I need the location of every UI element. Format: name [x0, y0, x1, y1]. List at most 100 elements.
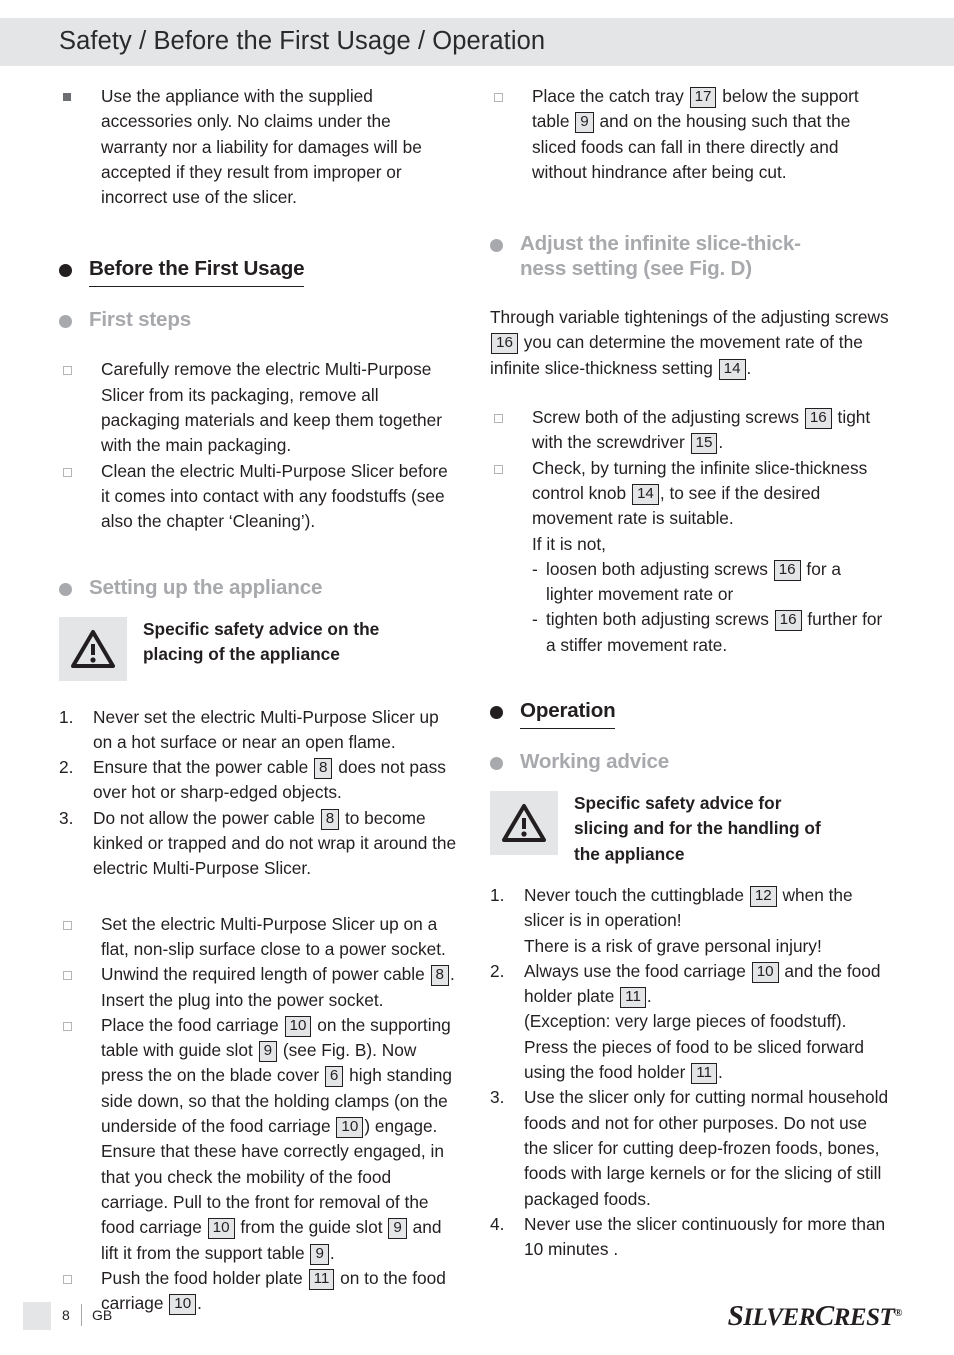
warning-line-1: Specific safety advice for	[574, 793, 782, 814]
bullet-dot-icon	[59, 307, 89, 333]
part-reference-badge: 14	[718, 358, 746, 380]
dash-bullet-icon: -	[532, 609, 538, 630]
item-text: Never touch the cuttingblade 12 when the…	[524, 883, 892, 959]
item-number: 1.	[490, 884, 505, 905]
part-reference-badge: 16	[773, 559, 801, 581]
warning-line-2: placing of the appliance	[143, 643, 340, 664]
part-reference-badge: 12	[749, 885, 777, 907]
numbered-list-item: 2. Always use the food carriage 10 and t…	[490, 959, 892, 1085]
part-reference-badge: 16	[774, 610, 802, 632]
item-text: Never set the electric Multi-Purpose Sli…	[93, 706, 439, 752]
heading-setting-up-appliance: Setting up the appliance	[59, 575, 461, 601]
numbered-list-item: 4. Never use the slicer continuously for…	[490, 1212, 892, 1263]
adjust-item-main: Check, by turning the infinite slice-thi…	[532, 457, 868, 529]
heading-label: Adjust the infinite slice-thick- ness se…	[520, 231, 801, 281]
part-reference-badge: 16	[804, 408, 832, 430]
part-reference-badge: 8	[430, 965, 449, 987]
warning-text: Specific safety advice for slicing and f…	[558, 791, 892, 867]
item-number: 3.	[490, 1087, 505, 1108]
warning-text: Specific safety advice on the placing of…	[127, 617, 461, 668]
item-number: 3.	[59, 807, 74, 828]
part-reference-badge: 11	[620, 987, 646, 1009]
adjust-item-extra-line: If it is not,	[532, 533, 606, 554]
item-text-pre: Ensure that the power cable	[93, 757, 313, 778]
part-reference-badge: 14	[631, 483, 659, 505]
page-footer: 8 GB SILVERCREST®	[0, 1300, 954, 1338]
heading-operation: Operation	[490, 698, 892, 730]
list-item: Carefully remove the electric Multi-Purp…	[59, 357, 461, 458]
brand-ilver: ILVER	[743, 1304, 815, 1331]
part-reference-badge: 9	[388, 1218, 407, 1240]
heading-line-2: ness setting (see Fig. D)	[520, 257, 752, 281]
setup-item-text: Set the electric Multi-Purpose Slicer up…	[101, 913, 446, 959]
heading-line-1: Adjust the infinite slice-thick-	[520, 232, 801, 256]
numbered-list-item: 1. Never touch the cuttingblade 12 when …	[490, 883, 892, 959]
setup-item-text: Unwind the required length of power cabl…	[101, 962, 461, 1013]
numbered-list-item: 2. Ensure that the power cable 8 does no…	[59, 755, 461, 806]
item-text-main: Never touch the cuttingblade 12 when the…	[524, 884, 853, 931]
list-item: Place the catch tray 17 below the suppor…	[490, 84, 892, 185]
item-number: 1.	[59, 706, 74, 727]
heading-working-advice: Working advice	[490, 749, 892, 775]
brand-rest: REST	[833, 1304, 895, 1331]
left-column: Use the appliance with the supplied acce…	[59, 84, 461, 1316]
list-item: Place the food carriage 10 on the suppor…	[59, 1013, 461, 1266]
part-reference-badge: 10	[751, 961, 779, 983]
setup-item-text: Place the food carriage 10 on the suppor…	[101, 1014, 452, 1265]
item-text-exception: (Exception: very large pieces of foodstu…	[524, 1011, 865, 1085]
warning-triangle-icon	[490, 791, 558, 856]
heading-adjust-slice-thickness: Adjust the infinite slice-thick- ness se…	[490, 231, 892, 281]
bullet-dot-icon	[490, 231, 520, 257]
heading-label: Operation	[520, 698, 616, 730]
part-reference-badge: 16	[491, 333, 518, 355]
bullet-dot-icon	[59, 575, 89, 601]
item-number: 2.	[490, 960, 505, 981]
numbered-list-item: 3. Do not allow the power cable 8 to bec…	[59, 806, 461, 882]
dash-text-pre: loosen both adjusting screws	[546, 558, 773, 579]
list-item: Clean the electric Multi-Purpose Slicer …	[59, 459, 461, 535]
heading-first-steps: First steps	[59, 307, 461, 333]
part-reference-badge: 9	[310, 1243, 329, 1265]
item-extra-line: There is a risk of grave personal injury…	[524, 935, 822, 956]
footer-divider	[81, 1304, 82, 1326]
dash-text-pre: tighten both adjusting screws	[546, 609, 774, 630]
part-reference-badge: 17	[689, 87, 717, 108]
dash-item-text: loosen both adjusting screws 16 for a li…	[546, 557, 892, 608]
part-reference-badge: 8	[314, 758, 333, 780]
adjust-intro-paragraph: Through variable tightenings of the adju…	[490, 307, 889, 380]
part-reference-badge: 15	[690, 433, 718, 455]
item-text: Do not allow the power cable 8 to become…	[93, 806, 461, 882]
warning-line-1: Specific safety advice on the	[143, 618, 380, 639]
part-reference-badge: 10	[207, 1218, 235, 1240]
item-text-main: Always use the food carriage 10 and the …	[524, 960, 881, 1009]
right-column: Place the catch tray 17 below the suppor…	[490, 84, 892, 1262]
page-title: Safety / Before the First Usage / Operat…	[59, 27, 546, 55]
adjust-item-text: Screw both of the adjusting screws 16 ti…	[532, 407, 871, 455]
item-text: Use the slicer only for cutting normal h…	[524, 1087, 889, 1209]
part-reference-badge: 8	[320, 808, 340, 830]
item-text-pre: Do not allow the power cable	[93, 807, 320, 828]
part-reference-badge: 11	[308, 1268, 335, 1290]
item-text: Always use the food carriage 10 and the …	[524, 959, 892, 1085]
list-item: Screw both of the adjusting screws 16 ti…	[490, 405, 892, 456]
page-number: 8	[62, 1307, 70, 1323]
bullet-dot-icon	[490, 698, 520, 724]
warning-box-slicing: Specific safety advice for slicing and f…	[490, 791, 892, 867]
language-code: GB	[92, 1307, 113, 1323]
first-step-text: Clean the electric Multi-Purpose Slicer …	[101, 460, 448, 532]
item-number: 4.	[490, 1213, 505, 1234]
dash-bullet-icon: -	[532, 558, 538, 579]
registered-mark: ®	[894, 1307, 902, 1319]
heading-label: Before the First Usage	[89, 256, 305, 288]
part-reference-badge: 9	[258, 1041, 278, 1063]
bullet-dot-icon	[59, 256, 89, 282]
dash-list-item: - tighten both adjusting screws 16 furth…	[532, 607, 892, 658]
heading-label: Working advice	[520, 750, 670, 774]
heading-label: First steps	[89, 308, 191, 332]
item-text: Ensure that the power cable 8 does not p…	[93, 755, 461, 806]
first-step-text: Carefully remove the electric Multi-Purp…	[101, 359, 443, 456]
heading-label: Setting up the appliance	[89, 575, 323, 599]
setup-item-pre: Unwind the required length of power cabl…	[101, 964, 430, 985]
list-item: Check, by turning the infinite slice-thi…	[490, 456, 892, 658]
list-item: Unwind the required length of power cabl…	[59, 962, 461, 1013]
